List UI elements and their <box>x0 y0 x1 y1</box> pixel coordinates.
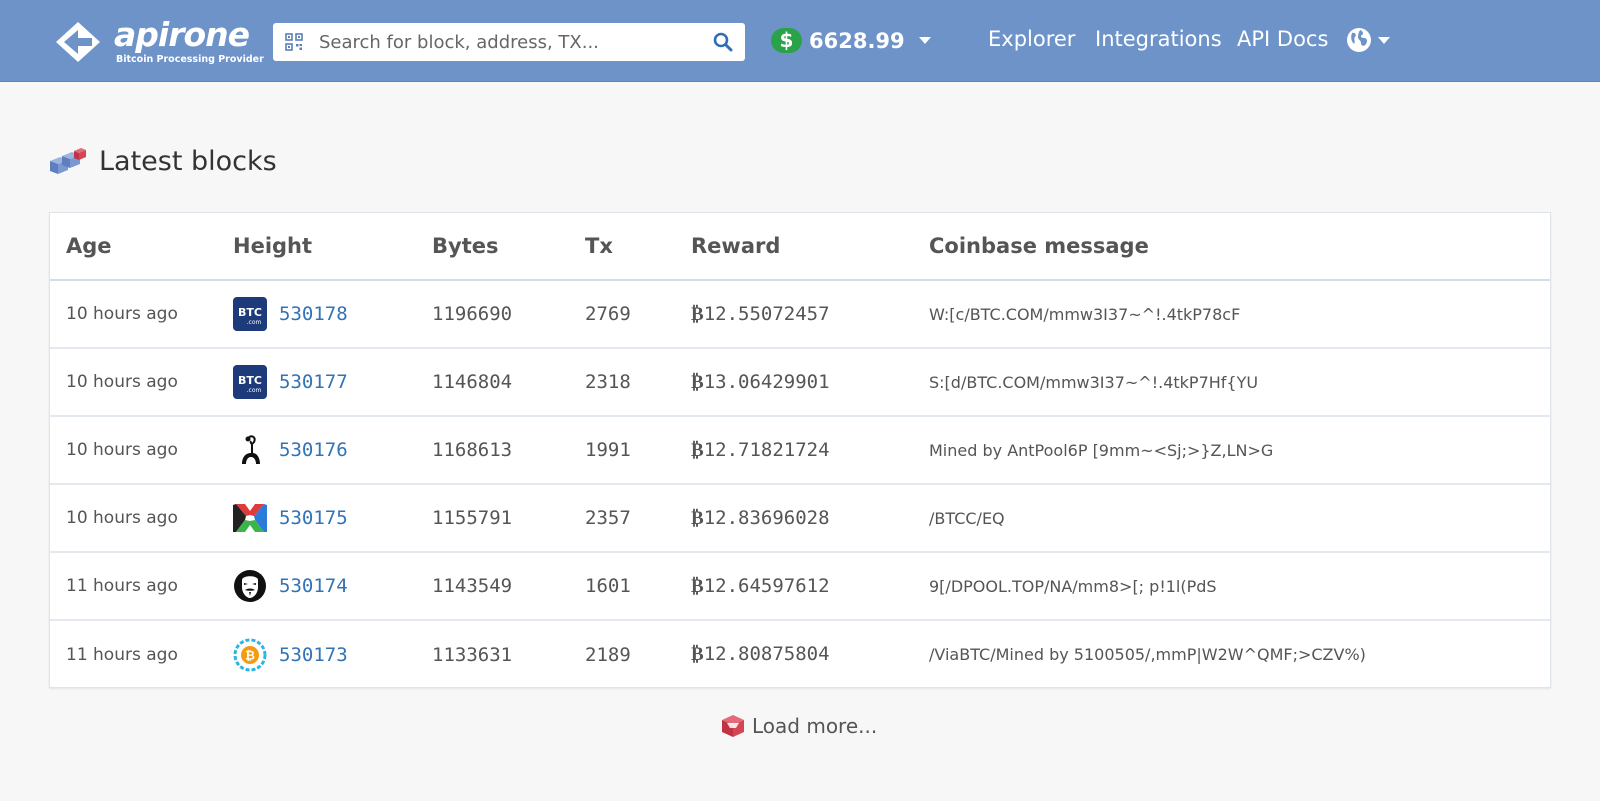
load-more-label: Load more... <box>752 714 878 738</box>
table-row: 10 hours ago 530175 1155791 2357 ₿12.836… <box>50 484 1550 553</box>
block-bytes: 1133631 <box>432 643 513 666</box>
block-height-link[interactable]: 530173 <box>279 644 348 666</box>
block-height-link[interactable]: 530176 <box>279 439 348 461</box>
column-header-age: Age <box>50 213 233 281</box>
block-bytes: 1196690 <box>432 280 585 349</box>
block-bytes: 1146804 <box>432 348 585 417</box>
block-age: 10 hours ago <box>50 348 233 417</box>
block-bytes: 1155791 <box>432 484 585 553</box>
btc-price-value: 6628.99 <box>809 28 905 53</box>
section-header: Latest blocks <box>49 146 277 177</box>
nav-explorer[interactable]: Explorer <box>988 27 1075 51</box>
column-header-reward: Reward <box>691 213 929 281</box>
svg-text:.com: .com <box>247 387 262 394</box>
svg-text:.com: .com <box>247 319 262 326</box>
chevron-down-icon <box>1378 36 1390 44</box>
coinbase-message: Mined by AntPool6P [9mm~<Sj;>}Z,LN>G <box>929 416 1550 485</box>
bitcoin-symbol: ₿ <box>691 574 704 597</box>
block-reward-value: 12.71821724 <box>703 438 830 461</box>
bitcoin-symbol: ₿ <box>691 370 704 393</box>
column-header-bytes: Bytes <box>432 213 585 281</box>
dpool-icon <box>234 570 266 602</box>
block-reward: ₿12.80875804 <box>691 620 929 688</box>
chevron-down-icon <box>918 37 931 44</box>
block-reward: ₿12.71821724 <box>691 416 929 485</box>
block-height-link[interactable]: 530178 <box>279 303 348 325</box>
table-row: 10 hours ago BTC .com 530178 1196690 276… <box>50 280 1550 349</box>
blocks-table: Age Height Bytes Tx Reward Coinbase mess… <box>49 212 1551 688</box>
block-height-link[interactable]: 530177 <box>279 371 348 393</box>
dollar-badge-icon: $ <box>771 28 802 53</box>
svg-text:BTC: BTC <box>238 374 262 387</box>
blocks-icon <box>50 147 86 174</box>
block-reward-value: 12.55072457 <box>703 302 830 325</box>
block-height-link[interactable]: 530175 <box>279 507 348 529</box>
bitcoin-symbol: ₿ <box>691 438 704 461</box>
column-header-tx: Tx <box>585 213 691 281</box>
load-more-button[interactable]: Load more... <box>720 714 877 738</box>
coinbase-message: /BTCC/EQ <box>929 484 1550 553</box>
search-box <box>273 23 745 61</box>
block-height-link[interactable]: 530174 <box>279 575 348 597</box>
block-reward-value: 13.06429901 <box>703 370 830 393</box>
block-reward: ₿13.06429901 <box>691 348 929 417</box>
coinbase-message: W:[c/BTC.COM/mmw3I37~^!.4tkP78cF <box>929 280 1550 349</box>
svg-text:BTC: BTC <box>238 306 262 319</box>
btc-com-pool-icon: BTC .com <box>233 297 267 331</box>
top-navbar: apirone Bitcoin Processing Provider $ 66… <box>0 0 1600 82</box>
bitcoin-symbol: ₿ <box>691 506 704 529</box>
viabtc-pool-icon: ₿ <box>233 638 267 671</box>
block-age: 10 hours ago <box>50 484 233 553</box>
column-header-coinbase-message: Coinbase message <box>929 213 1550 281</box>
block-tx-count: 1601 <box>585 552 691 621</box>
svg-text:₿: ₿ <box>245 648 255 662</box>
page-title: Latest blocks <box>99 146 277 177</box>
brand-name: apirone <box>114 15 250 54</box>
block-age: 10 hours ago <box>50 416 233 485</box>
block-tx-count: 2189 <box>585 643 631 666</box>
qr-code-icon[interactable] <box>285 33 303 51</box>
search-icon[interactable] <box>713 32 733 52</box>
apirone-logo-icon <box>56 22 100 62</box>
block-age: 10 hours ago <box>50 280 233 349</box>
block-tx-count: 2318 <box>585 348 691 417</box>
block-tx-count: 1991 <box>585 416 691 485</box>
nav-integrations[interactable]: Integrations <box>1095 27 1222 51</box>
antpool-icon <box>242 435 260 464</box>
globe-icon <box>1347 28 1371 52</box>
table-row: 11 hours ago ₿ 530173 1133631 2189 ₿12.8… <box>50 620 1550 688</box>
block-age: 11 hours ago <box>50 552 233 621</box>
btcc-pool-icon <box>233 504 267 532</box>
btc-com-pool-icon: BTC .com <box>233 365 267 399</box>
brand-logo[interactable]: apirone Bitcoin Processing Provider <box>50 18 264 66</box>
search-input[interactable] <box>319 24 713 60</box>
block-tx-count: 2769 <box>585 280 691 349</box>
coinbase-message: /ViaBTC/Mined by 5100505/,mmP|W2W^QMF;>C… <box>929 645 1366 664</box>
bitcoin-symbol: ₿ <box>691 643 704 665</box>
table-row: 11 hours ago 530174 1143549 1601 ₿12.645… <box>50 552 1550 621</box>
block-bytes: 1168613 <box>432 416 585 485</box>
block-reward-value: 12.83696028 <box>703 506 830 529</box>
column-header-height: Height <box>233 213 432 281</box>
coinbase-message: 9[/DPOOL.TOP/NA/mm8>[; p!1l(PdS <box>929 552 1550 621</box>
cube-icon <box>722 715 744 737</box>
block-reward: ₿12.55072457 <box>691 280 929 349</box>
block-reward: ₿12.83696028 <box>691 484 929 553</box>
table-row: 10 hours ago 530176 1168613 1991 ₿12.718… <box>50 416 1550 485</box>
block-reward-value: 12.80875804 <box>703 643 830 665</box>
btc-price-dropdown[interactable]: $ 6628.99 <box>771 28 931 53</box>
block-age: 11 hours ago <box>66 644 178 665</box>
brand-tagline: Bitcoin Processing Provider <box>116 54 264 65</box>
language-dropdown[interactable] <box>1346 27 1390 53</box>
coinbase-message: S:[d/BTC.COM/mmw3I37~^!.4tkP7Hf{YU <box>929 348 1550 417</box>
nav-api-docs[interactable]: API Docs <box>1237 27 1328 51</box>
block-tx-count: 2357 <box>585 484 691 553</box>
bitcoin-symbol: ₿ <box>691 302 704 325</box>
table-row: 10 hours ago BTC .com 530177 1146804 231… <box>50 348 1550 417</box>
block-reward-value: 12.64597612 <box>703 574 830 597</box>
block-bytes: 1143549 <box>432 552 585 621</box>
block-reward: ₿12.64597612 <box>691 552 929 621</box>
table-header-row: Age Height Bytes Tx Reward Coinbase mess… <box>50 213 1550 281</box>
